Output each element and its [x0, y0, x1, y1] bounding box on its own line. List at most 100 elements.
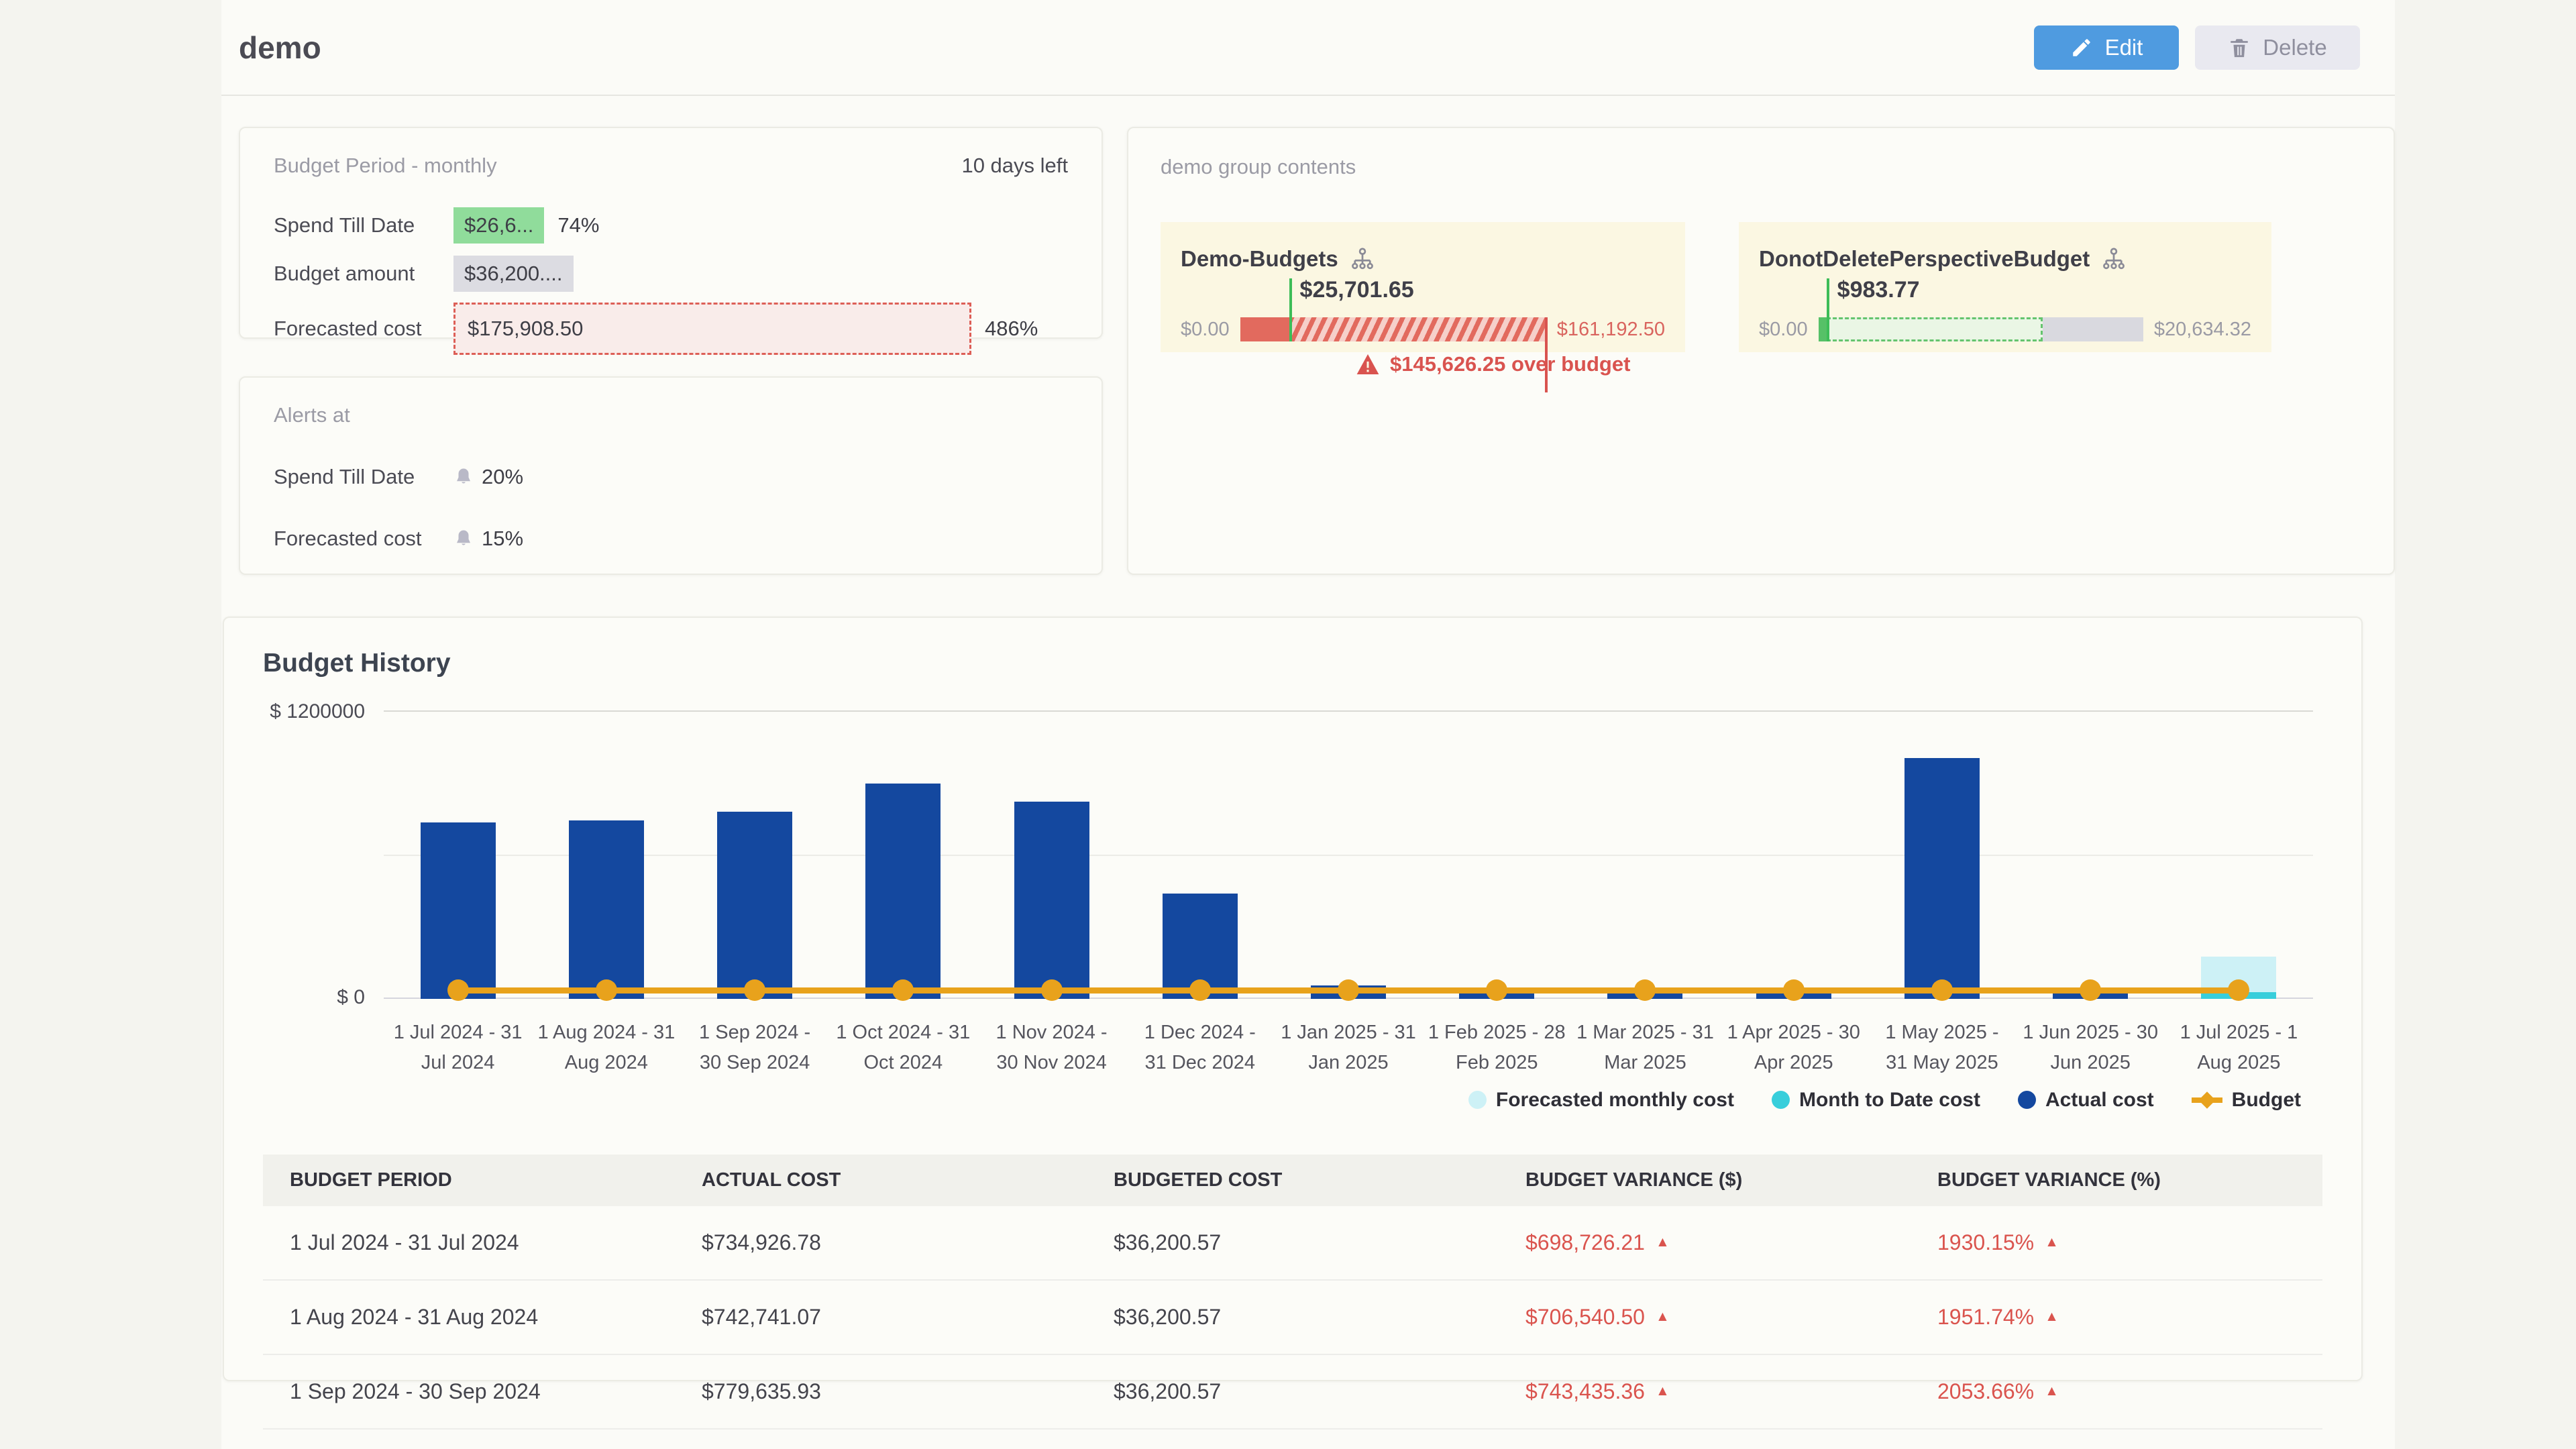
bell-icon: [453, 528, 474, 549]
budget-marker-line: [1827, 278, 1829, 341]
budget-tile-name: Demo-Budgets: [1181, 246, 1338, 272]
legend-label: Forecasted monthly cost: [1496, 1089, 1734, 1112]
spend-till-date-percent: 74%: [557, 213, 599, 237]
table-row-clipped: [263, 1429, 2322, 1449]
alert-row-forecast: Forecasted cost 15%: [274, 527, 1068, 551]
chart-bar-group: [1423, 710, 1571, 999]
spent-segment: [1240, 317, 1289, 341]
x-axis-label: 1 Dec 2024 - 31 Dec 2024: [1126, 1018, 1274, 1078]
page-title: demo: [239, 30, 321, 66]
chart-bar-group: [2017, 710, 2165, 999]
actual-cost-bar: [717, 812, 792, 999]
main-content: demo Edit Delete Budget Period - monthly…: [221, 0, 2395, 1449]
budget-marker-line: [1289, 278, 1292, 341]
y-axis-max-label: $ 1200000: [270, 700, 365, 723]
alerts-card-title: Alerts at: [274, 403, 1068, 427]
col-budget-period: BUDGET PERIOD: [263, 1155, 675, 1206]
budget-marker: [2228, 979, 2249, 1001]
x-axis-label: 1 Jul 2025 - 1 Aug 2025: [2165, 1018, 2313, 1078]
alerts-card: Alerts at Spend Till Date 20% Forecasted…: [239, 376, 1103, 575]
cell-budgeted: $36,200.57: [1087, 1354, 1499, 1429]
alert-row-spend: Spend Till Date 20%: [274, 465, 1068, 489]
left-column: Budget Period - monthly 10 days left Spe…: [239, 127, 1103, 575]
header-actions: Edit Delete: [2034, 25, 2360, 70]
budget-marker: [1041, 979, 1063, 1001]
col-budget-variance-pct: BUDGET VARIANCE (%): [1911, 1155, 2322, 1206]
bar-min-label: $0.00: [1759, 319, 1808, 341]
chart-bar-group: [1126, 710, 1274, 999]
chart-bar-group: [532, 710, 680, 999]
hierarchy-icon: [1350, 247, 1375, 271]
budget-marker: [1486, 979, 1507, 1001]
x-axis-label: 1 Nov 2024 - 30 Nov 2024: [977, 1018, 1126, 1078]
bar-max-label: $161,192.50: [1557, 319, 1665, 341]
budget-tile-donotdelete[interactable]: DonotDeletePerspectiveBudget $0.00 $983.…: [1739, 222, 2271, 352]
cell-variance-usd: $698,726.21: [1525, 1230, 1645, 1254]
alert-forecast-label: Forecasted cost: [274, 527, 453, 551]
col-budgeted-cost: BUDGETED COST: [1087, 1155, 1499, 1206]
table-row[interactable]: 1 Aug 2024 - 31 Aug 2024 $742,741.07 $36…: [263, 1280, 2322, 1354]
x-axis-label: 1 May 2025 - 31 May 2025: [1868, 1018, 2016, 1078]
edit-button-label: Edit: [2105, 35, 2143, 60]
actual-cost-bar: [1904, 758, 1980, 999]
budget-marker: [1338, 979, 1359, 1001]
overflow-line: [1545, 317, 1548, 392]
col-actual-cost: ACTUAL COST: [675, 1155, 1087, 1206]
budget-amount-label: Budget amount: [274, 262, 453, 286]
legend-label: Actual cost: [2045, 1089, 2154, 1112]
budget-period-card: Budget Period - monthly 10 days left Spe…: [239, 127, 1103, 339]
legend-swatch-budget: [2192, 1097, 2222, 1103]
budget-history-card: Budget History $ 1200000 $ 0 1 Jul 2024 …: [223, 616, 2363, 1381]
cell-period: 1 Sep 2024 - 30 Sep 2024: [263, 1354, 675, 1429]
bar-min-label: $0.00: [1181, 319, 1230, 341]
summary-row: Budget Period - monthly 10 days left Spe…: [239, 127, 2395, 575]
edit-button[interactable]: Edit: [2034, 25, 2179, 70]
x-axis-label: 1 Jan 2025 - 31 Jan 2025: [1274, 1018, 1422, 1078]
y-axis-zero-label: $ 0: [337, 986, 365, 1009]
chart-legend: Forecasted monthly cost Month to Date co…: [224, 1089, 2301, 1112]
alert-spend-label: Spend Till Date: [274, 465, 453, 489]
group-contents-card: demo group contents Demo-Budgets $0.00: [1127, 127, 2395, 575]
forecasted-cost-row: Forecasted cost $175,908.50 486%: [274, 303, 1068, 355]
spent-segment: [1819, 317, 1827, 341]
cell-actual: $742,741.07: [675, 1280, 1087, 1354]
days-left-label: 10 days left: [961, 154, 1068, 178]
col-budget-variance-usd: BUDGET VARIANCE ($): [1499, 1155, 1911, 1206]
cell-variance-usd: $743,435.36: [1525, 1379, 1645, 1403]
chart-bar-group: [680, 710, 828, 999]
budget-meter-over: $25,701.65: [1240, 317, 1546, 341]
spend-till-date-chip: $26,6...: [453, 207, 544, 244]
budget-marker: [892, 979, 914, 1001]
x-axis-label: 1 Oct 2024 - 31 Oct 2024: [829, 1018, 977, 1078]
budget-marker: [1189, 979, 1211, 1001]
delete-button[interactable]: Delete: [2195, 25, 2360, 70]
cell-variance-usd: $706,540.50: [1525, 1305, 1645, 1329]
budget-marker: [744, 979, 765, 1001]
budget-history-table: BUDGET PERIOD ACTUAL COST BUDGETED COST …: [263, 1155, 2322, 1449]
budget-marker: [596, 979, 617, 1001]
table-header-row: BUDGET PERIOD ACTUAL COST BUDGETED COST …: [263, 1155, 2322, 1206]
budget-tile-name: DonotDeletePerspectiveBudget: [1759, 246, 2090, 272]
x-axis-label: 1 Jun 2025 - 30 Jun 2025: [2017, 1018, 2165, 1078]
budget-marker: [1783, 979, 1805, 1001]
chart-xaxis: 1 Jul 2024 - 31 Jul 20241 Aug 2024 - 31 …: [384, 1018, 2313, 1078]
forecast-segment: [1827, 317, 2043, 341]
legend-swatch-actual: [2018, 1091, 2036, 1109]
forecasted-cost-percent: 486%: [985, 317, 1038, 341]
x-axis-label: 1 Mar 2025 - 31 Mar 2025: [1571, 1018, 1719, 1078]
warning-icon: [1356, 354, 1379, 374]
over-budget-label: $145,626.25 over budget: [1390, 352, 1630, 376]
cell-period: 1 Aug 2024 - 31 Aug 2024: [263, 1280, 675, 1354]
budget-history-chart: $ 1200000 $ 0 1 Jul 2024 - 31 Jul 20241 …: [384, 710, 2313, 1078]
legend-actual-cost: Actual cost: [2018, 1089, 2154, 1112]
table-row[interactable]: 1 Sep 2024 - 30 Sep 2024 $779,635.93 $36…: [263, 1354, 2322, 1429]
budget-period-card-title: Budget Period - monthly: [274, 154, 497, 178]
cell-budgeted: $36,200.57: [1087, 1280, 1499, 1354]
up-triangle-icon: ▲: [2045, 1383, 2059, 1399]
x-axis-label: 1 Feb 2025 - 28 Feb 2025: [1423, 1018, 1571, 1078]
chart-bar-group: [977, 710, 1126, 999]
chart-bar-group: [384, 710, 532, 999]
table-row[interactable]: 1 Jul 2024 - 31 Jul 2024 $734,926.78 $36…: [263, 1206, 2322, 1280]
cell-period: 1 Jul 2024 - 31 Jul 2024: [263, 1206, 675, 1280]
budget-tile-demo-budgets[interactable]: Demo-Budgets $0.00 $25,701.65 $161,192.5…: [1161, 222, 1685, 352]
